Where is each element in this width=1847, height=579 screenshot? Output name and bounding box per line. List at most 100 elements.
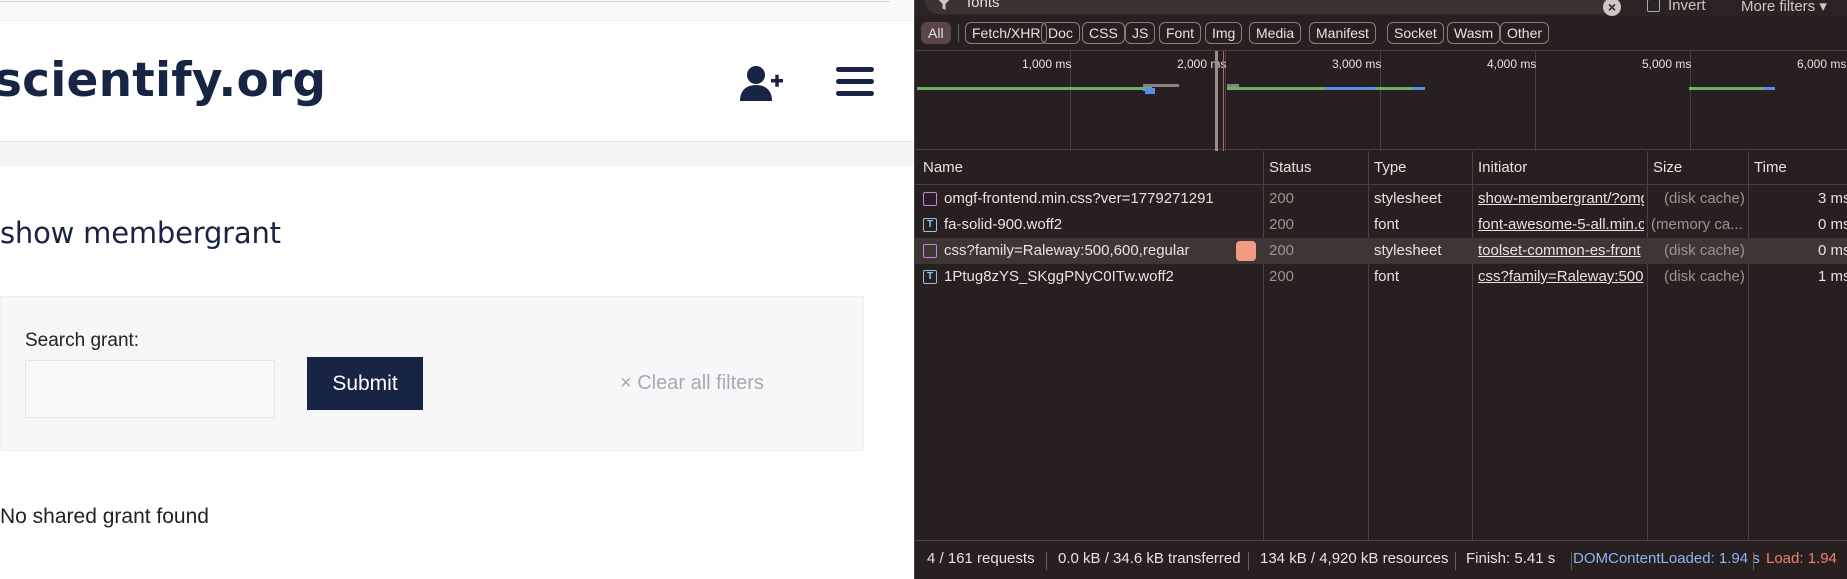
type-chip-img[interactable]: Img <box>1205 22 1243 44</box>
timeline-overview[interactable]: 1,000 ms 2,000 ms 3,000 ms 4,000 ms 5,00… <box>915 50 1847 151</box>
web-page: scientify.org show membergrant Search gr… <box>0 0 914 579</box>
network-summary-bar: 4 / 161 requests 0.0 kB / 34.6 kB transf… <box>915 540 1847 579</box>
request-time: 0 ms <box>1818 216 1847 233</box>
timeline-tick: 6,000 ms <box>1797 57 1847 71</box>
request-type: font <box>1374 216 1400 233</box>
timeline-bar <box>1325 87 1375 90</box>
filter-input[interactable]: fonts × <box>925 0 1621 16</box>
type-chip-js[interactable]: JS <box>1125 22 1156 44</box>
column-size[interactable]: Size <box>1653 159 1682 176</box>
request-initiator-link[interactable]: toolset-common-es-front <box>1478 238 1644 264</box>
transferred-size: 0.0 kB / 34.6 kB transferred <box>1058 550 1241 567</box>
column-type[interactable]: Type <box>1374 159 1407 176</box>
funnel-icon <box>938 0 950 10</box>
type-chip-css[interactable]: CSS <box>1082 22 1125 44</box>
type-chip-all[interactable]: All <box>921 22 951 44</box>
site-logo[interactable]: scientify.org <box>0 53 326 108</box>
request-size: (disk cache) <box>1664 242 1745 259</box>
summary-separator <box>1571 552 1572 570</box>
timeline-bar <box>1375 87 1413 90</box>
finish-time: Finish: 5.41 s <box>1466 550 1556 567</box>
column-name[interactable]: Name <box>923 159 963 176</box>
load-time: Load: 1.94 <box>1766 550 1837 567</box>
site-header: scientify.org <box>0 20 914 142</box>
request-size: (disk cache) <box>1664 268 1745 285</box>
timeline-tick: 2,000 ms <box>1177 57 1227 71</box>
type-chip-manifest[interactable]: Manifest <box>1309 22 1376 44</box>
request-name: fa-solid-900.woff2 <box>944 216 1063 233</box>
type-chip-socket[interactable]: Socket <box>1387 22 1444 44</box>
request-row[interactable]: T fa-solid-900.woff2 200 font font-aweso… <box>915 212 1847 238</box>
timeline-bar <box>1143 84 1179 87</box>
column-time[interactable]: Time <box>1754 159 1787 176</box>
summary-separator <box>1455 552 1456 570</box>
request-size: (disk cache) <box>1664 190 1745 207</box>
timeline-bar <box>1413 87 1425 90</box>
page-title: show membergrant <box>0 216 281 250</box>
override-icon[interactable] <box>1236 241 1256 261</box>
type-chip-wasm[interactable]: Wasm <box>1447 22 1501 44</box>
request-name: 1Ptug8zYS_SKggPNyC0ITw.woff2 <box>944 268 1174 285</box>
top-divider <box>0 0 890 2</box>
timeline-bar <box>1145 91 1155 94</box>
request-row[interactable]: omgf-frontend.min.css?ver=1779271291 200… <box>915 186 1847 212</box>
resources-size: 134 kB / 4,920 kB resources <box>1260 550 1449 567</box>
type-chip-font[interactable]: Font <box>1159 22 1202 44</box>
hamburger-menu-icon[interactable] <box>836 67 874 101</box>
timeline-marker[interactable] <box>1215 51 1218 151</box>
submit-button[interactable]: Submit <box>307 357 423 410</box>
timeline-bar <box>1227 87 1337 90</box>
resource-type-filters: All Fetch/XHR Doc CSS JS Font Img Media … <box>915 20 1847 50</box>
request-time: 3 ms <box>1818 190 1847 207</box>
request-count: 4 / 161 requests <box>927 550 1035 567</box>
request-time: 1 ms <box>1818 268 1847 285</box>
timeline-tick: 4,000 ms <box>1487 57 1537 71</box>
font-file-icon: T <box>923 218 937 232</box>
type-chip-doc[interactable]: Doc <box>1041 22 1080 44</box>
stylesheet-icon <box>923 244 937 258</box>
request-type: stylesheet <box>1374 242 1442 259</box>
dom-content-loaded: DOMContentLoaded: 1.94 s <box>1573 550 1760 567</box>
timeline-bar <box>1689 87 1765 90</box>
type-chip-media[interactable]: Media <box>1249 22 1302 44</box>
timeline-bar <box>917 87 1152 90</box>
request-initiator-link[interactable]: css?family=Raleway:500,6 <box>1478 264 1644 290</box>
column-initiator[interactable]: Initiator <box>1478 159 1527 176</box>
chip-separator <box>958 24 959 42</box>
type-chip-other[interactable]: Other <box>1500 22 1550 44</box>
add-user-icon[interactable] <box>740 63 784 103</box>
timeline-tick: 5,000 ms <box>1642 57 1692 71</box>
clear-filter-icon[interactable]: × <box>1603 0 1621 16</box>
invert-label: Invert <box>1668 0 1706 14</box>
request-initiator-link[interactable]: font-awesome-5-all.min.c <box>1478 212 1644 238</box>
filter-row: fonts × Invert More filters ▾ <box>915 0 1847 16</box>
request-time: 0 ms <box>1818 242 1847 259</box>
request-table-header: Name Status Type Initiator Size Time <box>915 151 1847 185</box>
request-type: stylesheet <box>1374 190 1442 207</box>
clear-all-filters-link[interactable]: × Clear all filters <box>620 372 764 395</box>
request-status: 200 <box>1269 216 1295 233</box>
font-file-icon: T <box>923 270 937 284</box>
request-row[interactable]: T 1Ptug8zYS_SKggPNyC0ITw.woff2 200 font … <box>915 264 1847 290</box>
type-chip-fetch-xhr[interactable]: Fetch/XHR <box>965 22 1048 44</box>
request-name: omgf-frontend.min.css?ver=1779271291 <box>944 190 1214 207</box>
timeline-bar <box>1763 87 1775 90</box>
request-size: (memory ca... <box>1651 216 1743 233</box>
devtools-network-panel: fonts × Invert More filters ▾ All Fetch/… <box>914 0 1847 579</box>
empty-results-message: No shared grant found <box>0 505 209 528</box>
request-status: 200 <box>1269 190 1295 207</box>
request-type: font <box>1374 268 1400 285</box>
request-row[interactable]: css?family=Raleway:500,600,regular 200 s… <box>915 238 1847 264</box>
filter-value: fonts <box>967 0 1000 11</box>
search-grant-input[interactable] <box>25 360 275 418</box>
invert-checkbox[interactable]: Invert <box>1647 0 1706 14</box>
timeline-tick: 3,000 ms <box>1332 57 1382 71</box>
checkbox-icon[interactable] <box>1647 0 1660 12</box>
request-initiator-link[interactable]: show-membergrant/?omg <box>1478 186 1644 212</box>
column-status[interactable]: Status <box>1269 159 1312 176</box>
more-filters-dropdown[interactable]: More filters ▾ <box>1741 0 1827 15</box>
section-gap <box>0 143 914 166</box>
stylesheet-icon <box>923 192 937 206</box>
search-grant-label: Search grant: <box>25 330 140 351</box>
summary-separator <box>1753 552 1754 570</box>
